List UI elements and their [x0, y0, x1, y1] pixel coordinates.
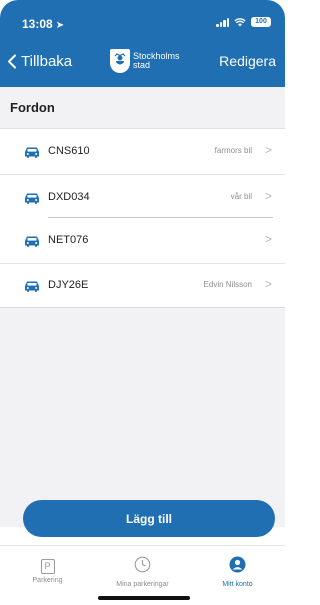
- edit-button[interactable]: Redigera: [219, 53, 276, 69]
- status-time: 13:08 ➤: [22, 17, 65, 31]
- back-button[interactable]: Tillbaka: [7, 53, 72, 70]
- wifi-icon: [234, 17, 246, 26]
- tab-label: Parkering: [32, 577, 63, 584]
- list-item[interactable]: NET076 >: [0, 218, 285, 263]
- chevron-right-icon: >: [264, 232, 272, 246]
- vehicle-plate: CNS610: [48, 145, 90, 157]
- car-icon: [25, 281, 39, 292]
- crest-icon: [110, 49, 130, 73]
- chevron-right-icon: >: [264, 277, 272, 291]
- chevron-right-icon: >: [264, 189, 272, 203]
- list-item[interactable]: DXD034 vår bil >: [0, 175, 285, 220]
- status-bar: 13:08 ➤ 100: [0, 0, 285, 40]
- car-icon: [25, 147, 39, 158]
- clock-icon: [134, 556, 151, 573]
- vehicle-list: CNS610 farmors bil > DXD034 vår bil > NE…: [0, 128, 285, 308]
- logo-text: Stockholms stad: [133, 52, 180, 70]
- app-screen: 13:08 ➤ 100 Tillbaka Stockholms stad Red…: [0, 0, 285, 605]
- chevron-right-icon: >: [264, 143, 272, 157]
- chevron-left-icon: [8, 54, 16, 69]
- vehicle-plate: DXD034: [48, 191, 90, 203]
- list-item[interactable]: CNS610 farmors bil >: [0, 129, 285, 174]
- content-area: Fordon CNS610 farmors bil > DXD034 vår b…: [0, 87, 285, 527]
- vehicle-plate: NET076: [48, 234, 89, 246]
- location-arrow-icon: ➤: [55, 20, 65, 31]
- parking-icon: P: [40, 559, 55, 574]
- header: 13:08 ➤ 100 Tillbaka Stockholms stad Red…: [0, 0, 285, 87]
- battery-icon: 100: [251, 17, 271, 27]
- section-title: Fordon: [10, 100, 55, 115]
- car-icon: [25, 236, 39, 247]
- car-icon: [25, 193, 39, 204]
- account-icon: [229, 556, 246, 573]
- tab-my-parkings[interactable]: Mina parkeringar: [95, 556, 190, 588]
- status-icons: 100: [216, 17, 271, 27]
- add-vehicle-button[interactable]: Lägg till: [23, 500, 275, 537]
- back-label: Tillbaka: [21, 53, 73, 70]
- stockholm-logo: Stockholms stad: [110, 49, 180, 73]
- vehicle-description: vår bil: [230, 192, 252, 201]
- signal-icon: [216, 17, 229, 27]
- nav-bar: Tillbaka Stockholms stad Redigera: [0, 48, 285, 78]
- tab-parking[interactable]: P Parkering: [0, 556, 95, 584]
- tab-label: Mina parkeringar: [116, 581, 169, 588]
- tab-label: Mitt konto: [222, 581, 253, 588]
- vehicle-plate: DJY26E: [48, 279, 89, 291]
- home-indicator: [98, 596, 190, 600]
- list-item[interactable]: DJY26E Edvin Nilsson >: [0, 263, 285, 308]
- logo-line2: stad: [133, 60, 151, 70]
- vehicle-description: Edvin Nilsson: [203, 280, 252, 289]
- tab-my-account[interactable]: Mitt konto: [190, 556, 285, 588]
- vehicle-description: farmors bil: [214, 146, 252, 155]
